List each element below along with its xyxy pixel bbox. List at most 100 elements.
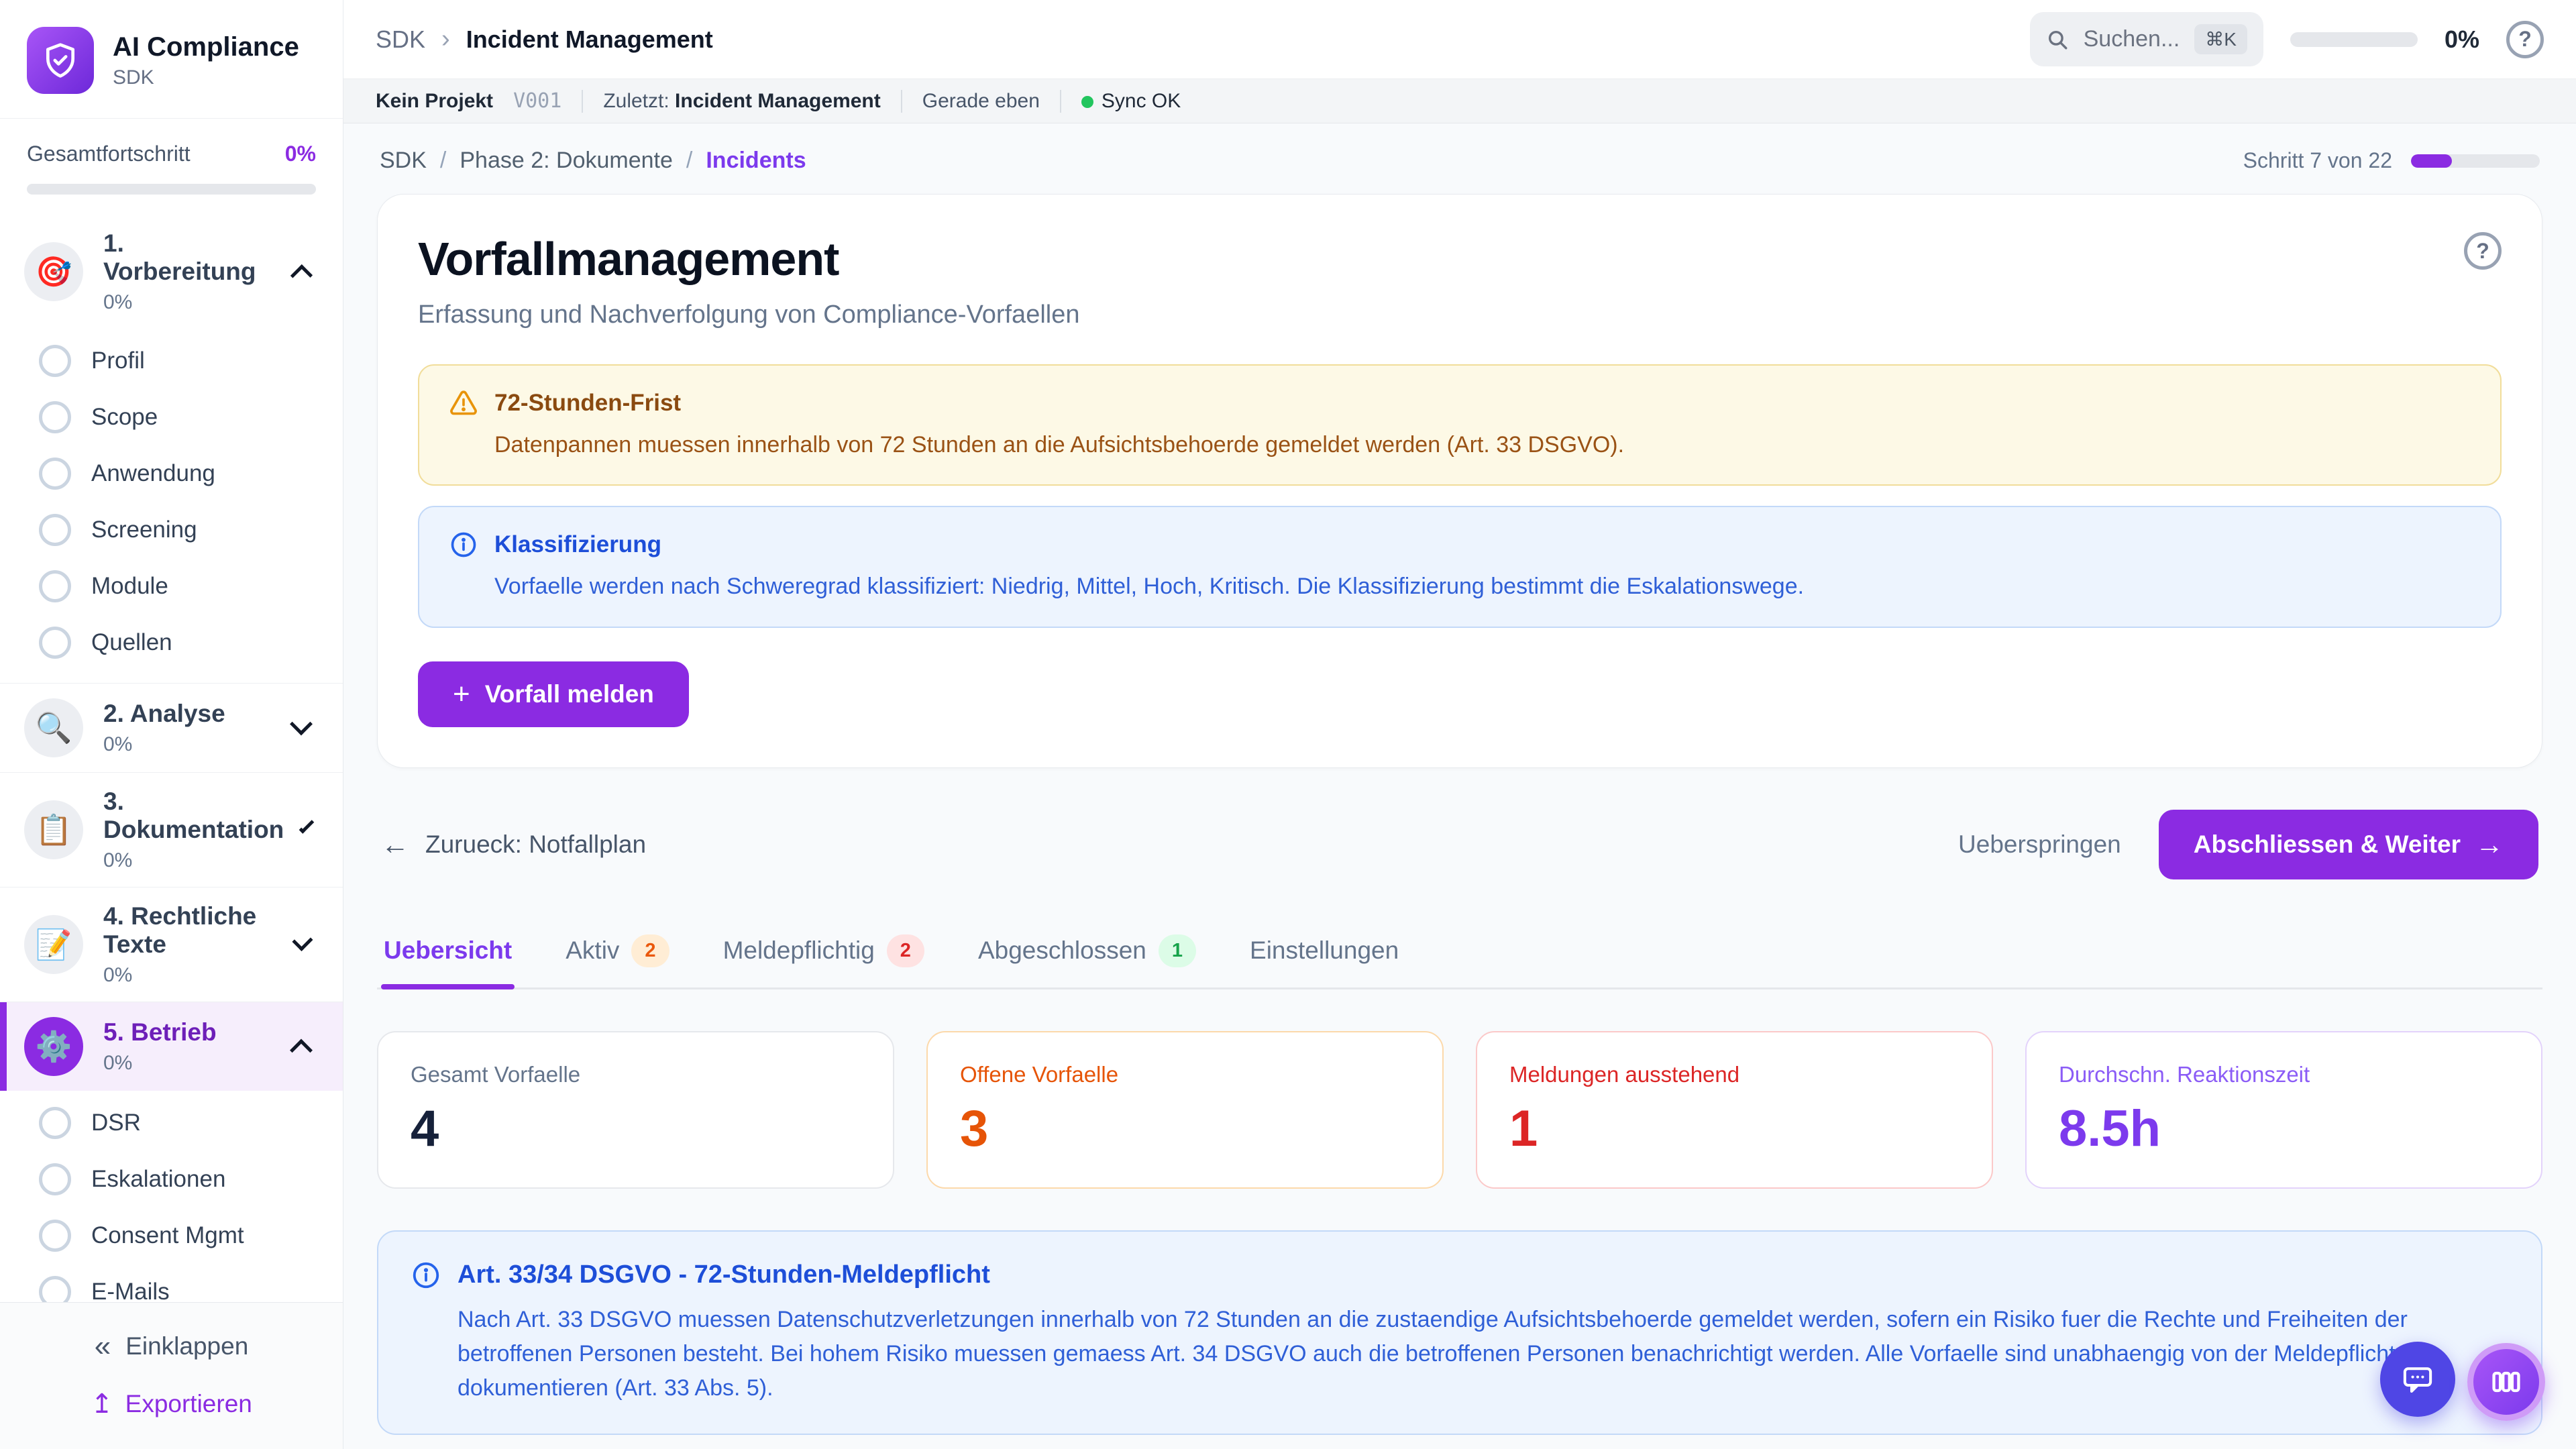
sidebar-section-rechtliche-texte[interactable]: 📝 4. Rechtliche Texte 0% [0,887,343,1002]
report-incident-button[interactable]: + Vorfall melden [418,661,689,727]
radio-icon [39,514,71,546]
topbar: SDK › Incident Management Suchen... ⌘K 0… [343,0,2576,79]
help-icon[interactable]: ? [2464,232,2502,270]
topbar-breadcrumb: SDK › Incident Management [376,25,713,54]
tab-einstellungen[interactable]: Einstellungen [1247,924,1401,987]
radio-icon [39,401,71,433]
tab-aktiv[interactable]: Aktiv2 [563,924,672,987]
sidebar-section-dokumentation[interactable]: 📋 3. Dokumentation 0% [0,772,343,887]
sidebar-item-dsr[interactable]: DSR [0,1095,343,1151]
version-badge: V001 [513,89,561,113]
sidebar-item-profil[interactable]: Profil [0,333,343,389]
sync-ok-dot-icon [1081,96,1093,108]
collapse-sidebar-button[interactable]: « Einklappen [95,1330,249,1363]
arrow-right-icon: → [2475,828,2504,861]
keyboard-shortcut-badge: ⌘K [2194,24,2247,54]
sidebar-item-label: E-Mails [91,1279,170,1302]
section-label: 3. Dokumentation [103,788,284,844]
breadcrumb-sdk[interactable]: SDK [380,148,427,174]
sidebar-item-scope[interactable]: Scope [0,389,343,445]
clipboard-icon: 📋 [24,800,83,859]
sidebar-section-analyse[interactable]: 🔍 2. Analyse 0% [0,683,343,772]
back-link[interactable]: ← Zurueck: Notfallplan [381,828,646,861]
sidebar-header: AI Compliance SDK [0,0,343,119]
chevron-up-icon [290,1039,313,1062]
tab-meldepflichtig[interactable]: Meldepflichtig2 [720,924,927,987]
info-circle-icon [449,530,478,559]
gear-icon: ⚙️ [24,1017,83,1076]
sync-status: Sync OK [1081,90,1181,113]
topbar-progress-bar [2290,32,2418,47]
breadcrumb-phase[interactable]: Phase 2: Dokumente [460,148,673,174]
export-button[interactable]: ↥ Exportieren [91,1389,252,1419]
sidebar-item-emails[interactable]: E-Mails [0,1264,343,1302]
betrieb-items: DSR Eskalationen Consent Mgmt E-Mails No… [0,1091,343,1302]
chevron-down-icon [292,930,313,951]
panel-toggle-fab-button[interactable] [2467,1343,2545,1421]
step-progress-bar [2411,154,2540,168]
section-percent: 0% [103,849,284,872]
radio-icon [39,570,71,602]
complete-continue-button[interactable]: Abschliessen & Weiter → [2159,810,2538,879]
sidebar-nav: 🎯 1. Vorbereitung 0% Profil Scope Anwend… [0,215,343,1302]
stat-cards: Gesamt Vorfaelle 4 Offene Vorfaelle 3 Me… [377,1031,2542,1189]
sidebar-item-eskalationen[interactable]: Eskalationen [0,1151,343,1208]
sidebar-item-label: Consent Mgmt [91,1222,244,1249]
radio-icon [39,1220,71,1252]
chat-fab-button[interactable] [2380,1342,2455,1417]
stat-card-pending-reports: Meldungen ausstehend 1 [1476,1031,1993,1189]
step-navigation: ← Zurueck: Notfallplan Ueberspringen Abs… [377,810,2542,879]
sidebar-item-consent-mgmt[interactable]: Consent Mgmt [0,1208,343,1264]
sidebar-item-anwendung[interactable]: Anwendung [0,445,343,502]
sidebar-section-betrieb[interactable]: ⚙️ 5. Betrieb 0% [0,1002,343,1091]
collapse-label: Einklappen [125,1332,248,1360]
breadcrumb-root[interactable]: SDK [376,25,425,54]
chat-bubble-icon [2400,1361,2436,1397]
page-header-card: Vorfallmanagement Erfassung und Nachverf… [377,194,2542,768]
sidebar-section-vorbereitung[interactable]: 🎯 1. Vorbereitung 0% [0,215,343,329]
page-title: Vorfallmanagement [418,232,1079,286]
sidebar: AI Compliance SDK Gesamtfortschritt 0% 🎯… [0,0,343,1449]
help-icon[interactable]: ? [2506,21,2544,58]
breadcrumb-incidents: Incidents [706,148,806,174]
chevron-down-icon [299,818,314,833]
sidebar-item-quellen[interactable]: Quellen [0,614,343,671]
chevron-up-icon [290,264,313,286]
magnifier-icon: 🔍 [24,698,83,757]
tab-count-badge: 2 [631,934,669,967]
page-breadcrumb: SDK / Phase 2: Dokumente / Incidents [380,148,806,174]
section-label: 1. Vorbereitung [103,229,274,286]
sidebar-item-label: Quellen [91,629,172,656]
sidebar-item-label: Eskalationen [91,1166,225,1193]
gdpr-info-title: Art. 33/34 DSGVO - 72-Stunden-Meldepflic… [458,1260,990,1289]
info-body: Vorfaelle werden nach Schweregrad klassi… [449,570,2471,603]
sidebar-item-screening[interactable]: Screening [0,502,343,558]
sidebar-item-label: Screening [91,517,197,543]
overall-progress-value: 0% [285,142,316,166]
tab-uebersicht[interactable]: Uebersicht [381,924,515,987]
sidebar-item-module[interactable]: Module [0,558,343,614]
skip-button[interactable]: Ueberspringen [1958,830,2121,859]
plus-icon: + [453,682,470,706]
chevron-down-icon [290,712,313,735]
app-logo-shield-icon [27,27,94,94]
section-percent: 0% [103,1052,217,1075]
radio-icon [39,1107,71,1139]
sidebar-item-label: DSR [91,1110,141,1136]
warning-title: 72-Stunden-Frist [494,390,681,417]
step-progress: Schritt 7 von 22 [2243,148,2540,173]
main-column: SDK › Incident Management Suchen... ⌘K 0… [343,0,2576,1449]
search-input[interactable]: Suchen... ⌘K [2030,12,2263,66]
sidebar-item-label: Profil [91,347,145,374]
project-name: Kein Projekt [376,90,493,113]
stat-card-open: Offene Vorfaelle 3 [926,1031,1444,1189]
tab-abgeschlossen[interactable]: Abgeschlossen1 [975,924,1199,987]
section-label: 4. Rechtliche Texte [103,902,276,959]
main-content: SDK / Phase 2: Dokumente / Incidents Sch… [343,123,2576,1449]
overall-progress-label: Gesamtfortschritt [27,142,191,166]
section-label: 5. Betrieb [103,1018,217,1046]
page-subtitle: Erfassung und Nachverfolgung von Complia… [418,301,1079,329]
app-title: AI Compliance [113,32,299,62]
vorbereitung-items: Profil Scope Anwendung Screening Module … [0,329,343,683]
radio-icon [39,1276,71,1302]
